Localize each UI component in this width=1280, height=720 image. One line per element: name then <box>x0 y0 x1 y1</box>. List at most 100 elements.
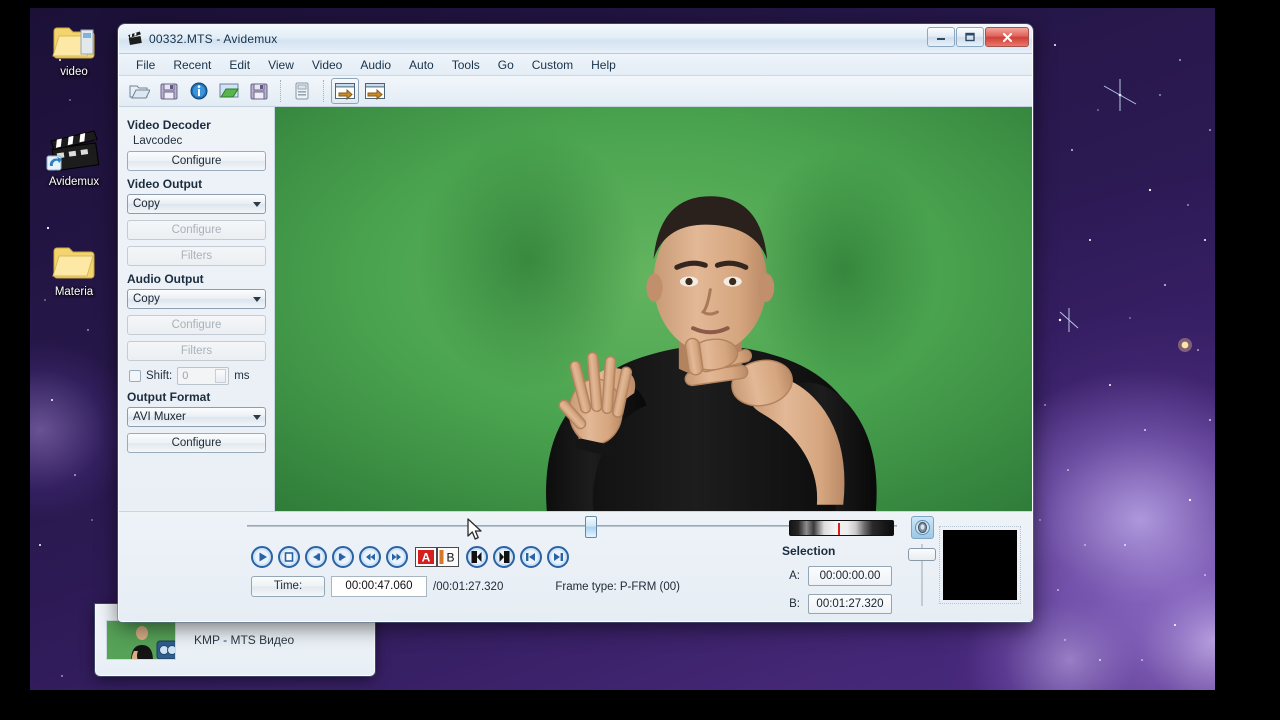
selection-heading: Selection <box>782 544 836 558</box>
frame-type-status: Frame type: P-FRM (00) <box>555 580 680 593</box>
jump-marker-b-button[interactable] <box>361 78 389 104</box>
menu-video[interactable]: Video <box>303 56 351 74</box>
calculator-button[interactable] <box>288 78 316 104</box>
audio-output-filters-button: Filters <box>127 341 266 361</box>
output-format-select[interactable]: AVI Muxer <box>127 407 266 427</box>
desktop-icon-materials-folder[interactable]: Materia <box>37 238 111 299</box>
folder-icon <box>37 238 111 284</box>
video-decoder-heading: Video Decoder <box>127 118 211 132</box>
go-to-end-button[interactable] <box>547 546 569 568</box>
desktop-icon-avidemux[interactable]: Avidemux <box>37 128 111 189</box>
volume-slider-knob[interactable] <box>908 548 936 561</box>
jump-marker-a-button[interactable] <box>331 78 359 104</box>
stop-button[interactable] <box>278 546 300 568</box>
close-button[interactable] <box>985 27 1029 47</box>
audio-level-needle <box>838 523 840 535</box>
next-black-frame-button[interactable] <box>493 546 515 568</box>
svg-text:B: B <box>446 551 454 565</box>
output-format-configure-button[interactable]: Configure <box>127 433 266 453</box>
chevron-down-icon <box>253 415 261 420</box>
set-marker-a-button[interactable]: A <box>415 547 437 567</box>
audio-shift-units: ms <box>234 370 250 382</box>
video-output-select[interactable]: Copy <box>127 194 266 214</box>
time-mode-button[interactable]: Time: <box>251 576 325 597</box>
menu-edit[interactable]: Edit <box>220 56 259 74</box>
video-output-heading: Video Output <box>127 177 203 191</box>
menu-tools[interactable]: Tools <box>443 56 489 74</box>
minimize-button[interactable] <box>927 27 955 47</box>
file-info-button[interactable] <box>185 78 213 104</box>
video-decoder-configure-button[interactable]: Configure <box>127 151 266 171</box>
background-window-title: KMP - MTS Видео <box>194 633 295 647</box>
svg-text:A: A <box>422 551 431 565</box>
menu-go[interactable]: Go <box>489 56 523 74</box>
toolbar-separator <box>280 80 281 102</box>
selection-a-row: A: 00:00:00.00 <box>780 566 892 586</box>
menu-auto[interactable]: Auto <box>400 56 443 74</box>
bottom-control-bar: A B Time: 00:00:47.060 /00:01:27.320 Fra… <box>119 511 1032 621</box>
menu-file[interactable]: File <box>127 56 164 74</box>
timeline-thumb[interactable] <box>585 516 597 538</box>
audio-shift-row: Shift: 0 ms <box>129 367 266 385</box>
save-file-button[interactable] <box>155 78 183 104</box>
kmp-player-badge <box>156 640 175 659</box>
clapper-icon <box>37 128 111 174</box>
volume-slider[interactable] <box>908 544 936 606</box>
output-format-heading: Output Format <box>127 390 211 404</box>
window-titlebar[interactable]: 00332.MTS - Avidemux <box>119 25 1032 54</box>
desktop-icon-video-folder[interactable]: video <box>37 18 111 79</box>
window-controls <box>927 27 1029 47</box>
desktop-icon-label: video <box>60 66 88 78</box>
video-output-filters-button: Filters <box>127 246 266 266</box>
audio-output-heading: Audio Output <box>127 272 204 286</box>
forward-button[interactable] <box>386 546 408 568</box>
selection-a-value[interactable]: 00:00:00.00 <box>808 566 892 586</box>
selection-b-value[interactable]: 00:01:27.320 <box>808 594 892 614</box>
audio-output-select[interactable]: Copy <box>127 289 266 309</box>
folder-icon <box>37 18 111 64</box>
audio-shift-stepper[interactable]: 0 <box>177 367 230 385</box>
open-file-button[interactable] <box>125 78 153 104</box>
video-decoder-codec: Lavcodec <box>133 135 183 147</box>
audio-shift-value: 0 <box>182 370 189 382</box>
go-to-start-button[interactable] <box>520 546 542 568</box>
menu-audio[interactable]: Audio <box>351 56 400 74</box>
prev-black-frame-button[interactable] <box>466 546 488 568</box>
toolbar-separator <box>323 80 324 102</box>
transport-controls: A B <box>251 546 569 568</box>
avidemux-window: 00332.MTS - Avidemux File Recent Edit Vi… <box>118 24 1033 622</box>
menu-recent[interactable]: Recent <box>164 56 220 74</box>
time-row: Time: 00:00:47.060 /00:01:27.320 Frame t… <box>251 576 680 597</box>
current-time-field[interactable]: 00:00:47.060 <box>331 576 427 597</box>
video-output-selected-value: Copy <box>133 198 160 210</box>
selection-b-label: B: <box>789 598 800 610</box>
selection-panel: Selection A: 00:00:00.00 B: 00:01:27.320 <box>780 512 1030 621</box>
volume-speaker-icon[interactable] <box>911 516 934 539</box>
rewind-button[interactable] <box>359 546 381 568</box>
menu-custom[interactable]: Custom <box>523 56 582 74</box>
menu-view[interactable]: View <box>259 56 303 74</box>
selection-a-label: A: <box>789 570 800 582</box>
window-title: 00332.MTS - Avidemux <box>149 32 278 46</box>
desktop-icon-label: Avidemux <box>48 176 100 188</box>
prev-frame-button[interactable] <box>305 546 327 568</box>
audio-shift-checkbox[interactable] <box>129 370 141 382</box>
menu-help[interactable]: Help <box>582 56 625 74</box>
play-button[interactable] <box>251 546 273 568</box>
video-frame-image <box>275 107 1032 513</box>
mouse-cursor <box>467 518 482 540</box>
audio-output-configure-button: Configure <box>127 315 266 335</box>
stepper-arrows-icon[interactable] <box>215 369 227 383</box>
set-marker-b-button[interactable]: B <box>437 547 459 567</box>
marker-ab-group: A B <box>415 547 459 567</box>
save-video-button[interactable] <box>245 78 273 104</box>
letterbox-bar-right <box>1215 0 1280 720</box>
main-toolbar <box>119 76 1032 107</box>
next-frame-button[interactable] <box>332 546 354 568</box>
chevron-down-icon <box>253 297 261 302</box>
open-video-button[interactable] <box>215 78 243 104</box>
maximize-button[interactable] <box>956 27 984 47</box>
audio-shift-label: Shift: <box>146 370 173 382</box>
audio-level-meter <box>789 520 894 536</box>
selection-b-row: B: 00:01:27.320 <box>780 594 892 614</box>
